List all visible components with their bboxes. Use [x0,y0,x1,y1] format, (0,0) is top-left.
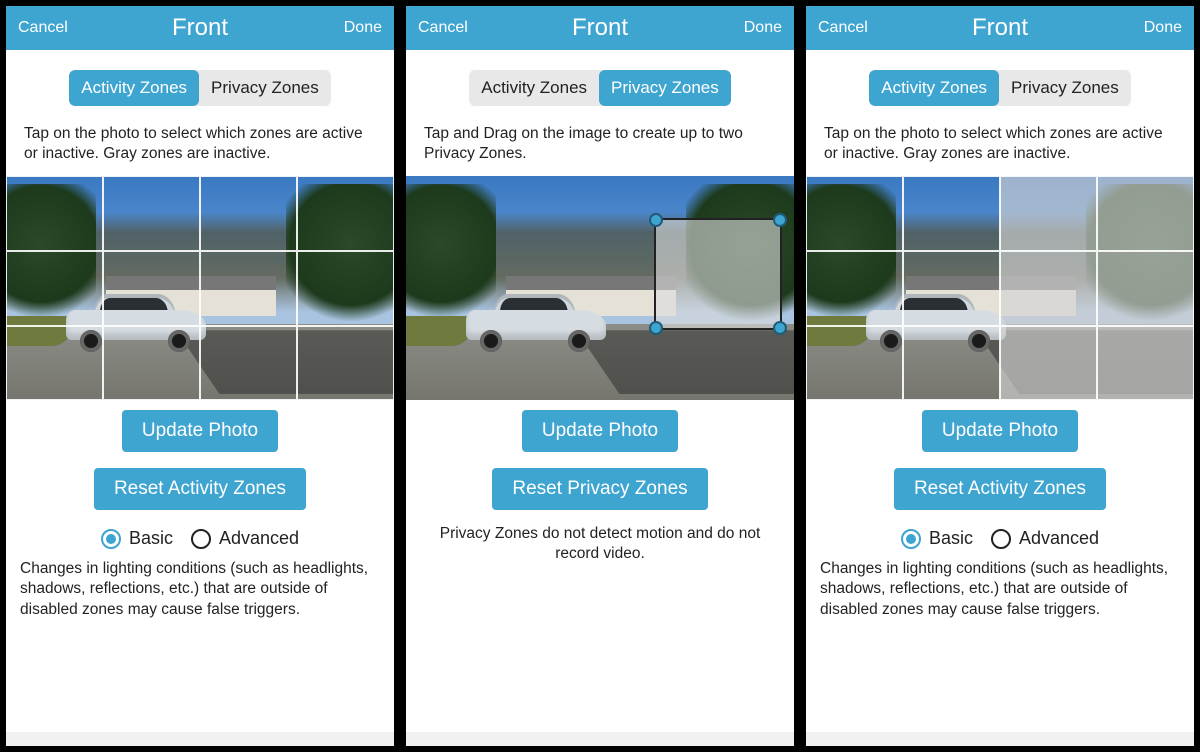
footnote: Changes in lighting conditions (such as … [6,553,394,625]
reset-privacy-zones-button[interactable]: Reset Privacy Zones [492,468,707,510]
update-photo-button[interactable]: Update Photo [122,410,278,452]
zone-tabs: Activity Zones Privacy Zones [469,70,731,106]
cancel-button[interactable]: Cancel [418,19,468,37]
bottom-bar [406,732,794,746]
tab-privacy-zones[interactable]: Privacy Zones [999,70,1131,106]
reset-activity-zones-button[interactable]: Reset Activity Zones [94,468,306,510]
camera-photo[interactable] [6,176,394,400]
radio-basic-label: Basic [929,528,973,549]
screen-activity-basic: Cancel Front Done Activity Zones Privacy… [2,2,398,750]
privacy-zone-rect[interactable] [654,218,782,330]
reset-activity-zones-button[interactable]: Reset Activity Zones [894,468,1106,510]
resize-handle-tl[interactable] [649,213,663,227]
resize-handle-tr[interactable] [773,213,787,227]
camera-photo[interactable] [806,176,1194,400]
mode-radio-group: Basic Advanced [6,510,394,553]
instruction-text: Tap on the photo to select which zones a… [6,116,394,176]
header: Cancel Front Done [406,6,794,50]
bottom-bar [6,732,394,746]
tab-privacy-zones[interactable]: Privacy Zones [199,70,331,106]
update-photo-button[interactable]: Update Photo [522,410,678,452]
footnote: Changes in lighting conditions (such as … [806,553,1194,625]
tab-activity-zones[interactable]: Activity Zones [69,70,199,106]
privacy-note: Privacy Zones do not detect motion and d… [406,510,794,578]
tab-privacy-zones[interactable]: Privacy Zones [599,70,731,106]
radio-advanced-label: Advanced [219,528,299,549]
done-button[interactable]: Done [744,19,782,37]
resize-handle-br[interactable] [773,321,787,335]
radio-advanced[interactable]: Advanced [991,528,1099,549]
instruction-text: Tap and Drag on the image to create up t… [406,116,794,176]
resize-handle-bl[interactable] [649,321,663,335]
header: Cancel Front Done [806,6,1194,50]
screen-activity-dimmed: Cancel Front Done Activity Zones Privacy… [802,2,1198,750]
screen-privacy: Cancel Front Done Activity Zones Privacy… [402,2,798,750]
tab-activity-zones[interactable]: Activity Zones [869,70,999,106]
zone-tabs: Activity Zones Privacy Zones [869,70,1131,106]
mode-radio-group: Basic Advanced [806,510,1194,553]
radio-basic-label: Basic [129,528,173,549]
update-photo-button[interactable]: Update Photo [922,410,1078,452]
tab-activity-zones[interactable]: Activity Zones [469,70,599,106]
bottom-bar [806,732,1194,746]
radio-basic[interactable]: Basic [101,528,173,549]
cancel-button[interactable]: Cancel [18,19,68,37]
instruction-text: Tap on the photo to select which zones a… [806,116,1194,176]
radio-basic[interactable]: Basic [901,528,973,549]
zone-tabs: Activity Zones Privacy Zones [69,70,331,106]
cancel-button[interactable]: Cancel [818,19,868,37]
done-button[interactable]: Done [344,19,382,37]
radio-advanced[interactable]: Advanced [191,528,299,549]
radio-advanced-label: Advanced [1019,528,1099,549]
done-button[interactable]: Done [1144,19,1182,37]
header: Cancel Front Done [6,6,394,50]
camera-photo[interactable] [406,176,794,400]
